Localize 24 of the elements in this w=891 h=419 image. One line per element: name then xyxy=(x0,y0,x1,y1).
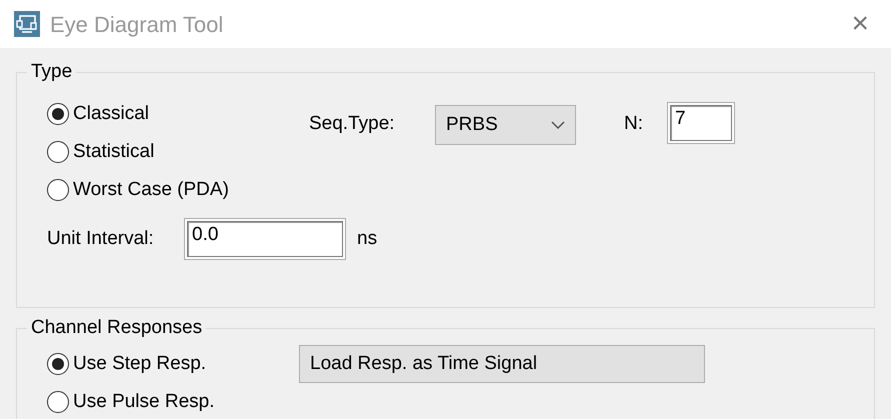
radio-option[interactable]: Use Pulse Resp. xyxy=(47,383,215,419)
field-label: N: xyxy=(624,112,644,136)
group-legend: Channel Responses xyxy=(27,317,206,339)
group-legend: Type xyxy=(27,61,76,83)
sequence-type-dropdown[interactable]: PRBS xyxy=(435,105,576,145)
radio-option[interactable]: Use Step Resp. xyxy=(47,345,206,383)
radio-button[interactable] xyxy=(47,141,69,163)
close-button[interactable]: × xyxy=(843,9,877,39)
n-input-field[interactable]: 7 xyxy=(670,105,732,141)
field-label: Unit Interval: xyxy=(47,226,155,251)
unit-label: ns xyxy=(357,226,378,251)
load-mode-dropdown[interactable]: Load Resp. as Time Signal xyxy=(299,345,705,383)
radio-button[interactable] xyxy=(47,179,69,201)
unit-interval-input-field[interactable]: 0.0 xyxy=(187,221,343,257)
field-label: Seq.Type: xyxy=(309,112,396,136)
app-icon xyxy=(14,11,40,37)
radio-button[interactable] xyxy=(47,391,69,413)
radio-option[interactable]: Classical xyxy=(47,95,150,133)
radio-button[interactable] xyxy=(47,103,69,125)
caret-icon xyxy=(551,120,565,130)
radio-option[interactable]: Worst Case (PDA) xyxy=(47,171,229,209)
radio-option[interactable]: Statistical xyxy=(47,133,154,171)
radio-button[interactable] xyxy=(47,353,69,375)
window-title: Eye Diagram Tool xyxy=(50,10,224,39)
